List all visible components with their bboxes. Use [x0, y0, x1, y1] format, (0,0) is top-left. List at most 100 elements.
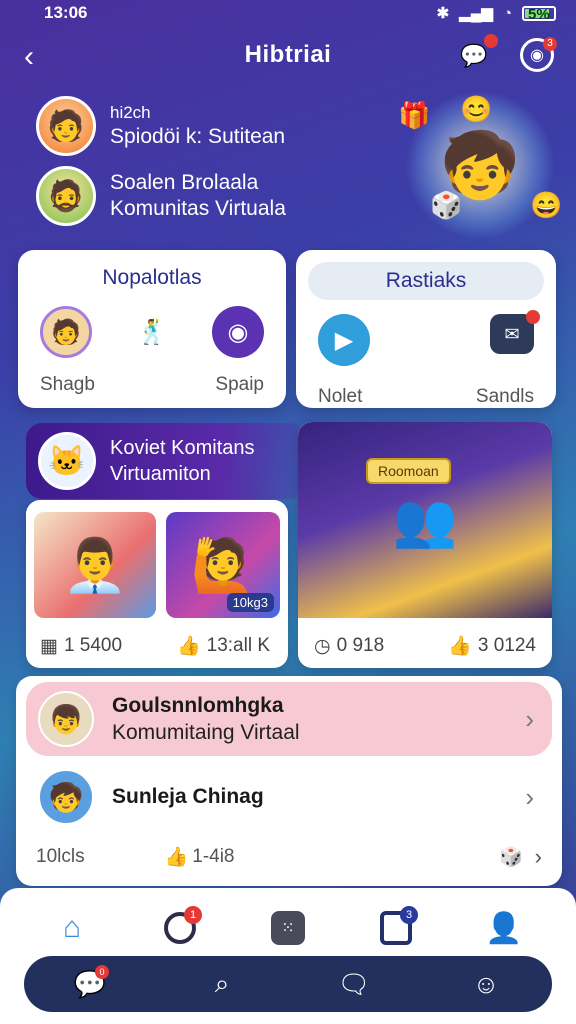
- card-label: Spaip: [215, 374, 264, 395]
- chevron-left-icon: ‹: [24, 40, 34, 73]
- bluetooth-icon: ✱: [436, 5, 450, 22]
- card-friends[interactable]: Nopalotlas 🧑 🕺 ◉ Shagb Spaip: [18, 250, 286, 408]
- play-icon[interactable]: ▶: [318, 314, 370, 366]
- dice-icon: 🎲: [430, 190, 463, 220]
- list-item[interactable]: 👦 Goulsnnlomhgka Komumitaing Virtaal ›: [26, 682, 552, 756]
- profile-row-2[interactable]: 🧔 Soalen Brolaala Komunitas Virtuala: [36, 166, 286, 226]
- media-card-left[interactable]: 👨‍💼 🙋 10kg3 ▦ 1 5400 👍 13:all K: [26, 500, 288, 668]
- likes-count: 3 0124: [477, 635, 536, 656]
- nav-apps-button[interactable]: ⁙: [264, 904, 312, 952]
- time-count: 0 918: [336, 635, 385, 656]
- dock-message-button[interactable]: 🗨: [331, 961, 377, 1007]
- dock-chat-badge: 0: [95, 965, 109, 979]
- card-label: Shagb: [40, 374, 95, 395]
- likes-stat: 👍 3 0124: [448, 634, 536, 658]
- avatar: 👦: [38, 691, 94, 747]
- views-count: 1 5400: [63, 635, 123, 656]
- footer-likes: 1-4i8: [192, 846, 235, 867]
- mascot-icon: 🐱: [38, 432, 96, 490]
- views-stat: ▦ 1 5400: [40, 634, 122, 658]
- card-label: Sandls: [475, 386, 534, 407]
- target-icon: ◉: [530, 47, 544, 64]
- video-thumbnail[interactable]: 🙋 10kg3: [166, 512, 280, 618]
- community-list: 👦 Goulsnnlomhgka Komumitaing Virtaal › 🧒…: [16, 676, 562, 886]
- home-icon: ⌂: [62, 911, 82, 944]
- message-icon: 🗨: [337, 968, 371, 999]
- page-title: Hibtriai: [244, 41, 332, 68]
- room-sign: Roomoan: [366, 458, 451, 484]
- banner-line: Koviet Komitans: [110, 437, 255, 459]
- avatar: 🧒: [38, 769, 94, 825]
- thumb-up-icon: 👍: [448, 636, 472, 657]
- emoji-icon: 😊: [460, 94, 493, 124]
- activity-badge: 1: [184, 906, 202, 924]
- grid-icon: ▦: [40, 635, 58, 657]
- status-icons: ✱ ▂▄▆ ◔ 5%: [436, 4, 556, 23]
- profile-status: Spiodöi k: Sutitean: [110, 124, 286, 148]
- chevron-right-icon[interactable]: ›: [535, 844, 542, 870]
- apps-icon: ⁙: [271, 911, 305, 945]
- time-stat: ◷ 0 918: [314, 634, 384, 658]
- chevron-right-icon: ›: [525, 703, 534, 734]
- list-footer: 10lcls 👍 1-4i8 🎲 ›: [36, 844, 542, 870]
- dice-icon[interactable]: 🎲: [499, 845, 523, 869]
- record-icon[interactable]: ◉: [212, 306, 264, 358]
- list-item-subtitle: Komumitaing Virtaal: [112, 721, 300, 744]
- list-item[interactable]: 🧒 Sunleja Chinag ›: [26, 760, 552, 834]
- chat-bubble-icon: 💬: [460, 43, 488, 68]
- thumb-up-icon: 👍: [176, 636, 201, 657]
- card-title: Rastiaks: [308, 262, 544, 300]
- action-dock: 💬 0 ⌕ 🗨 ☺: [24, 956, 552, 1012]
- chevron-right-icon: ›: [525, 781, 534, 812]
- card-label: Nolet: [318, 386, 363, 407]
- likes-stat: 👍 13:all K: [177, 634, 270, 658]
- signal-icon: ▂▄▆: [459, 5, 493, 22]
- target-notification-badge: 3: [543, 37, 557, 51]
- battery-label: 5%: [528, 5, 550, 23]
- search-icon: ⌕: [214, 968, 230, 998]
- avatar[interactable]: 🧑: [40, 306, 92, 358]
- emoji-chat-icon: ☺: [472, 968, 500, 999]
- game-room-image[interactable]: 👥 Roomoan: [298, 422, 552, 618]
- footer-count: 10lcls: [36, 846, 85, 867]
- nav-home-button[interactable]: ⌂: [48, 904, 96, 952]
- likes-count: 13:all K: [206, 635, 270, 656]
- back-button[interactable]: ‹: [24, 40, 34, 74]
- wifi-icon: ◔: [502, 4, 512, 22]
- user-icon: 👤: [485, 911, 523, 945]
- message-icon[interactable]: ✉: [490, 310, 540, 354]
- dock-chat-button[interactable]: 💬 0: [67, 961, 113, 1007]
- battery-icon: 5%: [522, 5, 556, 23]
- nav-profile-button[interactable]: 👤: [480, 904, 528, 952]
- profile-handle: hi2ch: [110, 103, 151, 123]
- community-banner[interactable]: 🐱 Koviet Komitans Virtuamiton: [26, 423, 306, 499]
- list-item-name: Goulsnnlomhgka: [112, 693, 284, 717]
- profile-name: Soalen Brolaala: [110, 170, 259, 194]
- media-card-right[interactable]: 👥 Roomoan ◷ 0 918 👍 3 0124: [298, 422, 552, 668]
- profile-community: Komunitas Virtuala: [110, 197, 286, 220]
- profile-row-1[interactable]: 🧑 hi2ch Spiodöi k: Sutitean: [36, 96, 285, 156]
- thumb-up-icon: 👍: [164, 847, 189, 868]
- status-time: 13:06: [44, 3, 88, 22]
- gift-icon: 🎁: [398, 100, 431, 130]
- status-bar: 13:06 ✱ ▂▄▆ ◔ 5%: [0, 0, 576, 26]
- chat-notification-badge: [484, 34, 498, 48]
- nav-activity-button[interactable]: 1: [156, 904, 204, 952]
- thumbnail-tag: 10kg3: [226, 593, 274, 612]
- avatar: 🧑: [36, 96, 96, 156]
- target-button[interactable]: ◉ 3: [520, 37, 557, 72]
- hero-illustration: 🧒 🎁 😊 😄 🎲: [390, 90, 570, 240]
- video-thumbnail[interactable]: 👨‍💼: [34, 512, 156, 618]
- clock-icon: ◷: [314, 635, 331, 657]
- emoji-icon: 😄: [530, 190, 563, 220]
- dock-emoji-button[interactable]: ☺: [463, 961, 509, 1007]
- avatar: 🧔: [36, 166, 96, 226]
- inbox-badge: 3: [400, 906, 418, 924]
- nav-inbox-button[interactable]: 3: [372, 904, 420, 952]
- dock-search-button[interactable]: ⌕: [199, 961, 245, 1007]
- chat-button[interactable]: 💬: [456, 34, 498, 74]
- card-title: Nopalotlas: [102, 266, 202, 289]
- dance-icon[interactable]: 🕺: [126, 306, 178, 358]
- card-activity[interactable]: Rastiaks ▶ ✉ Nolet Sandls: [296, 250, 556, 408]
- app-header: ‹ Hibtriai 💬 ◉ 3: [0, 30, 576, 80]
